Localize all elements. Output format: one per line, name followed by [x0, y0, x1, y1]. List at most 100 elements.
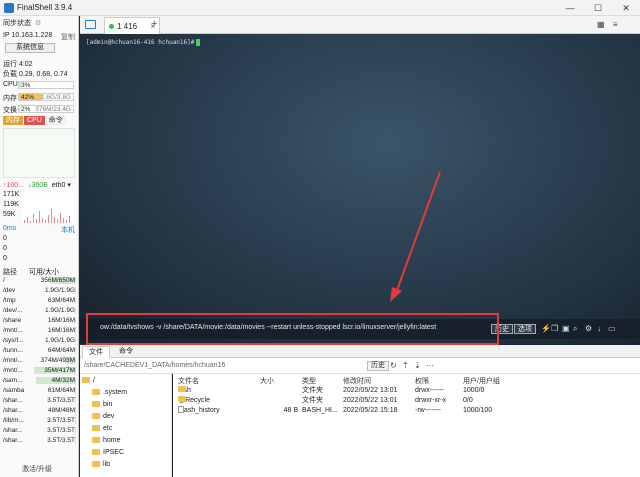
net-scale-1: 171K [3, 191, 20, 198]
folder-icon [92, 437, 100, 444]
disk-usage: 16M/16M [47, 327, 75, 334]
tree-item[interactable]: IPSEC [92, 448, 124, 458]
tree-item[interactable]: .system [92, 388, 127, 398]
cpu-value: 3% [21, 82, 31, 89]
net-interface-select[interactable]: eth0 ▾ [52, 182, 71, 189]
col-perm[interactable]: 权限 [415, 376, 429, 386]
folder-icon[interactable] [85, 20, 96, 29]
disk-usage-bar [75, 397, 76, 404]
file-perm: drwx------ [415, 387, 444, 394]
disk-row[interactable]: / 356M/650M [2, 276, 76, 285]
grid-icon[interactable]: ▦ [597, 20, 605, 29]
swap-detail: 376M/23.4G [35, 106, 71, 113]
maximize-button[interactable]: ☐ [584, 0, 612, 16]
add-tab-button[interactable]: + [151, 18, 157, 30]
tab-files[interactable]: 文件 [82, 346, 110, 358]
disk-path: /mnt/... [3, 327, 23, 334]
tree-item[interactable]: etc [92, 424, 112, 434]
disk-row[interactable]: /sam... 4M/32M [2, 376, 76, 385]
disk-path: /shar... [3, 407, 23, 414]
copy-ip-link[interactable]: 复制 [61, 32, 75, 42]
search-icon[interactable]: ⌕ [573, 324, 577, 334]
monitor-tabs: 内存 CPU 命令 [3, 116, 75, 125]
disk-row[interactable]: /tunn... 64M/64M [2, 346, 76, 355]
folder-icon [92, 425, 100, 432]
tab-commands[interactable]: 命令 [113, 346, 139, 358]
disk-row[interactable]: /sys/f... 1.9G/1.9G [2, 336, 76, 345]
path-input[interactable]: /share/CACHEDEV1_DATA/homes/hchuan16 [84, 362, 225, 369]
options-button[interactable]: 选项 [514, 324, 536, 334]
gear-icon[interactable]: ⚙ [585, 324, 592, 333]
file-perm: drwxr-xr-x [415, 397, 447, 404]
latency-host[interactable]: 本机 [61, 225, 75, 235]
disk-row[interactable]: /shar... 48M/48M [2, 406, 76, 415]
arrow-shaft [395, 171, 441, 294]
activate-upgrade-link[interactable]: 激活/升级 [22, 464, 52, 474]
disk-usage: 48M/48M [47, 407, 75, 414]
disk-row[interactable]: /mnt/... 16M/16M [2, 326, 76, 335]
disk-usage: 4M/32M [51, 377, 75, 384]
col-size[interactable]: 大小 [260, 376, 274, 386]
disk-row[interactable]: /mnt/... 35M/417M [2, 366, 76, 375]
path-history-button[interactable]: 历史 [367, 361, 389, 371]
settings-icon[interactable]: ⚙ [35, 20, 41, 27]
latency-row: 0 [3, 255, 7, 262]
file-name: @Recycle [178, 396, 210, 406]
disk-path: /lib/m... [3, 417, 24, 424]
disk-row[interactable]: /shar... 3.5T/3.5T [2, 396, 76, 405]
col-mtime[interactable]: 修改时间 [343, 376, 371, 386]
folder-icon [82, 377, 90, 384]
tree-item[interactable]: home [92, 436, 121, 446]
mem-detail: 1.6G/3.8G [41, 94, 71, 101]
file-row[interactable]: .ssh 文件夹 2022/05/22 13:01 drwx------ 1000/0 [173, 386, 640, 396]
tab-commands[interactable]: 命令 [45, 116, 66, 125]
disk-row[interactable]: /shar... 3.5T/3.5T [2, 426, 76, 435]
tree-item[interactable]: dev [92, 412, 114, 422]
network-graph-bar [63, 218, 64, 223]
disk-path: /share [3, 317, 22, 324]
col-owner[interactable]: 用户/用户组 [463, 376, 500, 386]
paste-icon[interactable]: ▣ [562, 324, 570, 333]
mem-value: 42% [21, 94, 35, 101]
system-info-button[interactable]: 系统信息 [5, 43, 55, 53]
disk-row[interactable]: /dev/... 1.9G/1.9G [2, 306, 76, 315]
tab-mem[interactable]: 内存 [3, 116, 23, 125]
lightning-icon[interactable]: ⚡ [541, 324, 551, 333]
disk-row[interactable]: /samba 61M/64M [2, 386, 76, 395]
tree-item[interactable]: lib [92, 460, 110, 470]
file-mtime: 2022/05/22 13:01 [343, 387, 398, 394]
download-icon[interactable]: ↓ [597, 324, 601, 333]
tree-item[interactable]: bin [92, 400, 112, 410]
command-highlight-box [86, 313, 499, 345]
menu-icon[interactable]: ≡ [613, 20, 618, 29]
disk-usage-bar [75, 337, 76, 344]
col-name[interactable]: 文件名 [178, 376, 199, 386]
file-type: BASH_HI... [302, 407, 338, 414]
disk-row[interactable]: /share 16M/16M [2, 316, 76, 325]
download-icon[interactable]: ⇣ [414, 361, 421, 370]
disk-row[interactable]: /shar... 3.5T/3.5T [2, 436, 76, 445]
terminal[interactable]: [admin@hchuan16-416 hchuan16]# ow:/data/… [80, 34, 640, 344]
close-button[interactable]: ✕ [612, 0, 640, 16]
tree-root[interactable]: / [82, 376, 95, 386]
tab-cpu[interactable]: CPU [24, 116, 45, 125]
disk-usage: 374M/493M [40, 357, 75, 364]
refresh-icon[interactable]: ↻ [390, 361, 397, 370]
disk-usage: 3.5T/3.5T [47, 397, 75, 404]
mem-meter: 42% 1.6G/3.8G [18, 93, 74, 101]
file-row[interactable]: @Recycle 文件夹 2022/05/22 13:01 drwxr-xr-x 0/0 [173, 396, 640, 406]
network-graph-bar [48, 215, 49, 223]
disk-row[interactable]: /mnt/... 374M/493M [2, 356, 76, 365]
file-row[interactable]: .bash_history 48 B BASH_HI... 2022/05/22 15… [173, 406, 640, 416]
disk-row[interactable]: /dev 1.9G/1.9G [2, 286, 76, 295]
minimize-button[interactable]: — [556, 0, 584, 16]
upload-icon[interactable]: ⇡ [402, 361, 409, 370]
tree-item-label: home [103, 437, 121, 444]
copy-icon[interactable]: ❐ [551, 324, 558, 333]
more-icon[interactable]: ⋯ [426, 361, 434, 370]
disk-row[interactable]: /tmp 63M/64M [2, 296, 76, 305]
fullscreen-icon[interactable]: ▭ [608, 324, 616, 333]
col-type[interactable]: 类型 [302, 376, 316, 386]
disk-row[interactable]: /lib/m... 3.5T/3.5T [2, 416, 76, 425]
network-graph-bar [42, 218, 43, 223]
